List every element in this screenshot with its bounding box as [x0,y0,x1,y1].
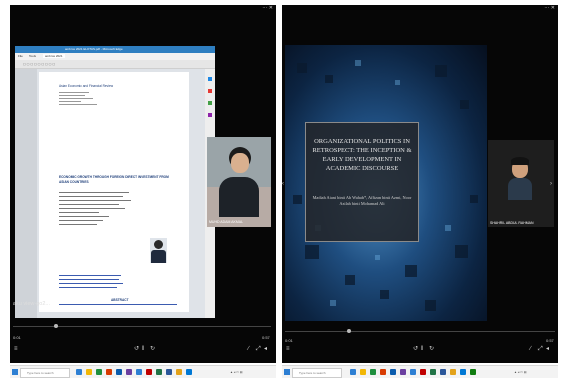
taskbar-app-icon[interactable] [96,369,102,375]
presentation-slide: ORGANIZATIONAL POLITICS IN RETROSPECT: T… [285,45,487,321]
time-elapsed-left: 0:01 [13,335,21,340]
window-controls[interactable]: ⋯ ✕ [262,6,273,11]
windows-start-icon[interactable] [12,369,18,375]
participant-name-left: MUHD ADAM AKMAL [209,220,244,224]
taskbar-search-placeholder: Type here to search [27,371,54,375]
taskbar-app-icon[interactable] [430,369,436,375]
time-total-right: 0:57 [546,338,554,343]
volume-icon[interactable]: ◂ [546,345,549,353]
abstract-heading: ABSTRACT [111,298,129,302]
toolbar-icons[interactable]: ▢ ▢ ▢ ▢ ▢ ▢ ▢ ▢ ▢ [23,62,55,66]
taskbar-app-icon[interactable] [420,369,426,375]
time-total-left: 0:57 [262,335,270,340]
progress-thumb-right[interactable] [347,329,351,333]
email-lines [59,272,139,291]
window-controls-right[interactable]: ⋯ ✕ [544,6,555,11]
taskbar-app-icon[interactable] [470,369,476,375]
menu-icon-left[interactable]: ≡ [14,345,18,353]
taskbar-app-icon[interactable] [360,369,366,375]
tab-document[interactable]: ambros 2021 [43,54,65,58]
taskbar-app-icon[interactable] [76,369,82,375]
fullscreen-icon[interactable]: ⤢ [538,345,543,353]
taskbar-app-icon[interactable] [350,369,356,375]
slide-title-box: ORGANIZATIONAL POLITICS IN RETROSPECT: T… [305,122,419,242]
taskbar-app-icon[interactable] [400,369,406,375]
tab-file[interactable]: File [18,54,23,58]
taskbar-app-icon[interactable] [126,369,132,375]
progress-track-left[interactable] [13,326,271,327]
system-tray[interactable]: ▲ ◂ ▭ ▤ [230,370,243,374]
pdf-page: Asian Economic and Financial Review ECON… [39,72,189,312]
draw-icon[interactable]: ∕ [530,345,531,353]
journal-meta-lines [59,90,99,107]
taskbar-search-left[interactable]: Type here to search [20,368,70,378]
taskbar-search-placeholder: Type here to search [299,371,326,375]
screen-titlebar: ambros 2021 ELOTAS.pdf - Microsoft Edge [15,46,215,53]
next-icon[interactable]: › [550,180,552,188]
fullscreen-icon[interactable]: ⤢ [256,345,261,353]
slide-title: ORGANIZATIONAL POLITICS IN RETROSPECT: T… [312,138,412,172]
menu-icon-right[interactable]: ≡ [286,345,290,353]
taskbar-app-icon[interactable] [186,369,192,375]
author-photo [150,238,167,263]
taskbar-app-icon[interactable] [176,369,182,375]
progress-track-right[interactable] [285,331,555,332]
left-video-window: ⋯ ✕ ambros 2021 ELOTAS.pdf - Microsoft E… [10,5,276,363]
windows-start-icon[interactable] [284,369,290,375]
taskbar-left: Type here to search ▲ ◂ ▭ ▤ [10,365,276,378]
forward-icon[interactable]: ↻ [150,345,155,353]
taskbar-app-icon[interactable] [380,369,386,375]
screen-titlebar-text: ambros 2021 ELOTAS.pdf - Microsoft Edge [65,47,123,51]
author-block [59,189,137,228]
taskbar-app-icon[interactable] [410,369,416,375]
taskbar-search-right[interactable]: Type here to search [292,368,342,378]
rewind-icon[interactable]: ↺ [413,345,418,353]
caption-text: aku view-go2... [13,301,50,307]
time-elapsed-right: 0:01 [285,338,293,343]
taskbar-app-icon[interactable] [106,369,112,375]
pdf-left-gutter [15,69,37,318]
participant-video-right[interactable]: SHAHRIL ABDUL RAHMAN [488,140,554,227]
draw-icon[interactable]: ∕ [248,345,249,353]
journal-name: Asian Economic and Financial Review [59,84,114,88]
taskbar-app-icon[interactable] [166,369,172,375]
taskbar-app-icon[interactable] [450,369,456,375]
taskbar-app-icon[interactable] [390,369,396,375]
taskbar-app-icon[interactable] [136,369,142,375]
participant-video-left[interactable]: MUHD ADAM AKMAL [207,137,271,227]
volume-icon[interactable]: ◂ [264,345,267,353]
taskbar-app-icon[interactable] [440,369,446,375]
paper-title: ECONOMIC GROWTH THROUGH FOREIGN DIRECT I… [59,175,169,184]
play-pause-icon[interactable]: ‖ [421,345,423,353]
taskbar-right: Type here to search ▲ ◂ ▭ ▤ [282,365,558,378]
taskbar-app-icon[interactable] [116,369,122,375]
taskbar-app-icon[interactable] [460,369,466,375]
screen-toolbar: ▢ ▢ ▢ ▢ ▢ ▢ ▢ ▢ ▢ [15,60,215,69]
taskbar-app-icon[interactable] [86,369,92,375]
participant-name-right: SHAHRIL ABDUL RAHMAN [490,221,534,225]
rewind-icon[interactable]: ↺ [134,345,139,353]
forward-icon[interactable]: ↻ [429,345,434,353]
progress-thumb-left[interactable] [54,324,58,328]
play-pause-icon[interactable]: ‖ [142,345,144,353]
right-video-window: ⋯ ✕ ORGANIZATIONAL POLITICS IN RETROSPEC… [282,5,558,363]
system-tray[interactable]: ▲ ◂ ▭ ▤ [514,370,527,374]
shared-screen: ambros 2021 ELOTAS.pdf - Microsoft Edge … [15,46,215,318]
taskbar-app-icon[interactable] [156,369,162,375]
slide-authors: Madiah Aiani binti Ab Wahab*, Affizan bi… [312,195,412,206]
prev-icon[interactable]: ‹ [282,180,284,188]
taskbar-app-icon[interactable] [146,369,152,375]
screen-tabstrip: File Tools ambros 2021 [15,53,215,60]
taskbar-app-icon[interactable] [370,369,376,375]
tab-tools[interactable]: Tools [29,54,36,58]
abstract-rule [59,304,177,305]
